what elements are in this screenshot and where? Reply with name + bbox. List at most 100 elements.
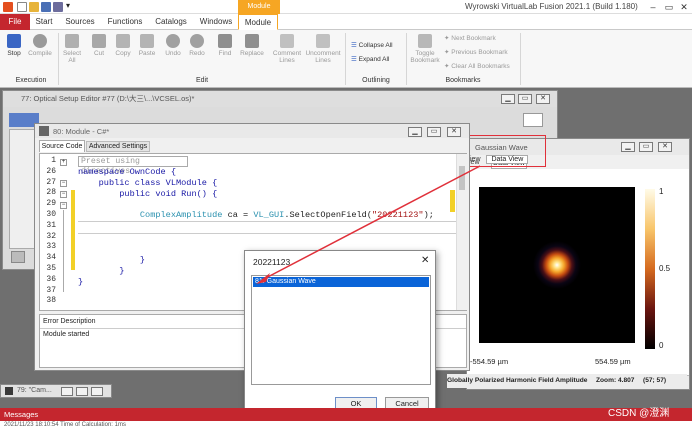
tab-functions[interactable]: Functions	[104, 14, 146, 30]
save-all-icon[interactable]	[53, 2, 63, 12]
copy-button[interactable]: Copy	[111, 34, 135, 57]
redo-button[interactable]: Redo	[185, 34, 209, 57]
group-bookmarks: Bookmarks	[445, 77, 481, 84]
minimize-icon[interactable]: ▁	[501, 94, 515, 104]
collapse-all-button[interactable]: ☰ Collapse All	[351, 41, 393, 50]
line-number: 30	[46, 209, 56, 219]
panel-icon[interactable]	[11, 251, 25, 263]
message-line: 2021/11/23 18:10:54 Time of Calculation:…	[0, 421, 692, 429]
collapsed-region[interactable]: Preset using directives	[78, 156, 188, 176]
app-logo-icon	[3, 2, 13, 12]
paste-button[interactable]: Paste	[135, 34, 159, 57]
replace-button[interactable]: Replace	[237, 34, 267, 57]
previous-bookmark-button[interactable]: ✦ Previous Bookmark	[444, 48, 508, 57]
optical-setup-titlebar: 77: Optical Setup Editor #77 (D:\大三\...\…	[3, 91, 557, 107]
code-type-token: ComplexAmplitude	[139, 210, 223, 221]
maximize-icon[interactable]: ▭	[662, 2, 676, 12]
toggle-bookmark-button[interactable]: Toggle Bookmark	[408, 34, 442, 64]
stop-button[interactable]: Stop	[1, 34, 27, 57]
error-header: Error Description	[43, 318, 96, 325]
next-bookmark-button[interactable]: ✦ Next Bookmark	[444, 34, 496, 43]
messages-bar[interactable]: Messages	[0, 408, 692, 421]
gaussian-wave-window[interactable]: Gaussian Wave ▁ ▭ ✕ iew Data View 1 0.5 …	[449, 138, 690, 390]
system-icon[interactable]	[523, 113, 543, 127]
open-folder-icon[interactable]	[29, 2, 39, 12]
change-marker	[71, 190, 75, 270]
line-number: 31	[46, 220, 56, 230]
close-icon[interactable]: ✕	[536, 94, 550, 104]
maximize-icon[interactable]	[76, 387, 88, 396]
collapse-region-icon[interactable]: −	[60, 191, 67, 198]
line-number: 1	[51, 156, 56, 165]
line-number: 28	[46, 188, 56, 198]
binoculars-icon	[218, 34, 232, 48]
tab-windows[interactable]: Windows	[196, 14, 236, 30]
field-list[interactable]: 81: Gaussian Wave	[251, 275, 431, 385]
uncomment-icon	[316, 34, 330, 48]
tab-advanced-settings[interactable]: Advanced Settings	[86, 141, 150, 152]
collapse-region-icon[interactable]: −	[60, 202, 67, 209]
maximize-icon[interactable]: ▭	[639, 142, 653, 152]
undo-button[interactable]: Undo	[161, 34, 185, 57]
separator	[406, 33, 407, 85]
find-button[interactable]: Find	[213, 34, 237, 57]
maximize-icon[interactable]: ▭	[518, 94, 532, 104]
tab-catalogs[interactable]: Catalogs	[152, 14, 190, 30]
save-icon[interactable]	[41, 2, 51, 12]
line-number: 35	[46, 263, 56, 273]
tab-start[interactable]: Start	[30, 14, 58, 30]
code-var-token: ca =	[222, 210, 254, 221]
select-all-button[interactable]: Select All	[59, 34, 85, 64]
tab-module[interactable]: Module	[238, 14, 278, 30]
quick-access-dropdown-icon[interactable]: ▾	[66, 1, 70, 10]
annotation-arrow	[256, 165, 481, 284]
plot-area[interactable]: 1 0.5 0 -554.59 µm 554.59 µm	[467, 169, 689, 375]
fold-guide	[63, 210, 64, 292]
close-icon[interactable]: ✕	[677, 2, 691, 12]
clear-bookmarks-button[interactable]: ✦ Clear All Bookmarks	[444, 62, 510, 71]
expand-all-button[interactable]: ☰ Expand All	[351, 55, 389, 64]
collapse-region-icon[interactable]: −	[60, 180, 67, 187]
field-status-line: Globally Polarized Harmonic Field Amplit…	[447, 374, 687, 388]
minimize-icon[interactable]: ▁	[621, 142, 635, 152]
group-execution: Execution	[15, 77, 47, 84]
tab-file[interactable]: File	[0, 14, 30, 30]
maximize-icon[interactable]: ▭	[427, 127, 441, 137]
gear-icon	[33, 34, 47, 48]
camera-window-minimized[interactable]: 79: "Cam...	[0, 384, 112, 398]
replace-icon	[245, 34, 259, 48]
minimize-icon[interactable]: –	[646, 2, 660, 12]
scissors-icon	[92, 34, 106, 48]
comment-lines-button[interactable]: Comment Lines	[271, 34, 303, 64]
group-edit: Edit	[195, 77, 209, 84]
colorbar-tick: 0	[659, 341, 664, 350]
restore-icon[interactable]	[61, 387, 73, 396]
watermark: CSDN @澄渊	[608, 408, 670, 419]
line-number-gutter: 1 26 27 28 29 30 31 32 33 34 35 36 37 38	[40, 156, 56, 307]
close-icon[interactable]: ✕	[447, 127, 461, 137]
colorbar	[645, 189, 655, 349]
tab-source-code[interactable]: Source Code	[39, 140, 85, 152]
cut-button[interactable]: Cut	[87, 34, 111, 57]
line-number: 34	[46, 253, 56, 263]
line-number: 26	[46, 166, 56, 176]
separator	[520, 33, 521, 85]
module-icon	[39, 126, 49, 136]
expand-region-icon[interactable]: +	[60, 159, 67, 166]
app-title: Wyrowski VirtualLab Fusion 2021.1 (Build…	[465, 2, 638, 11]
paste-icon	[140, 34, 154, 48]
minimize-icon[interactable]: ▁	[408, 127, 422, 137]
close-icon[interactable]: ✕	[658, 142, 672, 152]
title-bar: ▾ Module Wyrowski VirtualLab Fusion 2021…	[0, 0, 692, 14]
line-number: 27	[46, 177, 56, 187]
tab-sources[interactable]: Sources	[62, 14, 98, 30]
copy-icon	[116, 34, 130, 48]
compile-button[interactable]: Compile	[27, 34, 53, 57]
uncomment-lines-button[interactable]: Uncomment Lines	[304, 34, 342, 64]
separator	[345, 33, 346, 85]
new-file-icon[interactable]	[17, 2, 27, 12]
close-icon[interactable]	[91, 387, 103, 396]
field-amplitude-plot[interactable]	[479, 187, 635, 343]
line-number: 38	[46, 296, 56, 306]
tab-data-view-label[interactable]: Data View	[486, 155, 529, 164]
